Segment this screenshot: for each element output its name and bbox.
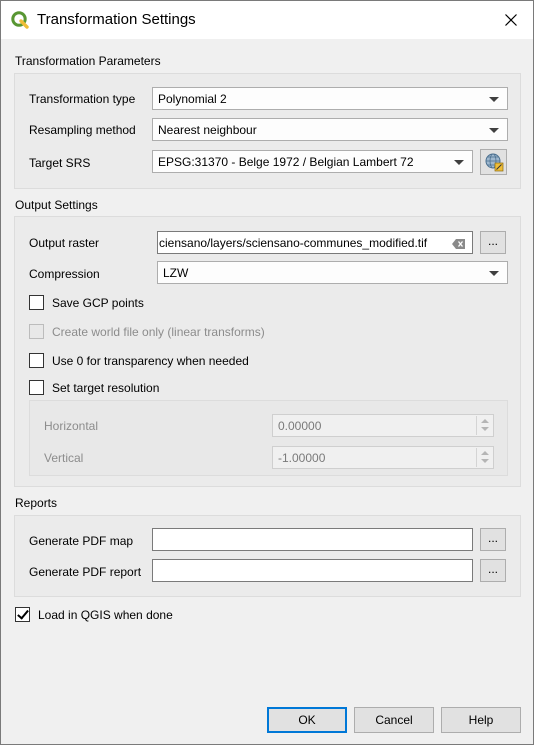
transformation-type-select[interactable]: Polynomial 2 (152, 87, 508, 110)
spin-arrows[interactable] (476, 416, 492, 435)
compression-value: LZW (163, 266, 189, 280)
vertical-label: Vertical (44, 451, 84, 465)
vertical-resolution-value: -1.00000 (278, 451, 326, 465)
target-resolution-checkbox[interactable] (29, 380, 44, 395)
clear-input-icon[interactable] (452, 238, 466, 249)
compression-select[interactable]: LZW (157, 261, 508, 284)
target-srs-label: Target SRS (29, 156, 91, 170)
chevron-up-icon (481, 419, 489, 423)
title-bar: Transformation Settings (1, 1, 533, 39)
projection-globe-icon (485, 153, 503, 172)
ok-button[interactable]: OK (267, 707, 347, 733)
transparency-checkbox[interactable] (29, 353, 44, 368)
horizontal-resolution-value: 0.00000 (278, 419, 322, 433)
transformation-settings-dialog: Transformation Settings Transformation P… (0, 0, 534, 745)
horizontal-resolution-input[interactable]: 0.00000 (272, 414, 494, 437)
qgis-logo-icon (11, 11, 29, 29)
help-button[interactable]: Help (441, 707, 521, 733)
save-gcp-label: Save GCP points (52, 296, 144, 310)
vertical-resolution-input[interactable]: -1.00000 (272, 446, 494, 469)
transformation-type-label: Transformation type (29, 92, 136, 106)
select-crs-button[interactable] (480, 149, 507, 175)
close-button[interactable] (489, 1, 533, 39)
pdf-report-browse-button[interactable]: ... (480, 559, 506, 582)
chevron-down-icon (481, 427, 489, 431)
output-raster-label: Output raster (29, 236, 100, 250)
pdf-report-input[interactable] (152, 559, 473, 582)
save-gcp-checkbox[interactable] (29, 295, 44, 310)
output-settings-group: Output raster ciensano/layers/sciensano-… (14, 216, 521, 487)
pdf-map-input[interactable] (152, 528, 473, 551)
reports-group: Generate PDF map ... Generate PDF report… (14, 515, 521, 597)
horizontal-label: Horizontal (44, 419, 99, 433)
transformation-parameters-title: Transformation Parameters (15, 54, 161, 68)
window-title: Transformation Settings (37, 11, 196, 28)
chevron-down-icon (489, 97, 499, 102)
load-in-qgis-label: Load in QGIS when done (38, 608, 173, 622)
transformation-parameters-group: Transformation type Polynomial 2 Resampl… (14, 73, 521, 189)
world-file-label: Create world file only (linear transform… (52, 325, 265, 339)
output-raster-browse-button[interactable]: ... (480, 231, 506, 254)
target-srs-select[interactable]: EPSG:31370 - Belge 1972 / Belgian Lamber… (152, 150, 473, 173)
pdf-map-browse-button[interactable]: ... (480, 528, 506, 551)
chevron-down-icon (489, 271, 499, 276)
resampling-method-label: Resampling method (29, 123, 136, 137)
target-resolution-label: Set target resolution (52, 381, 160, 395)
target-srs-value: EPSG:31370 - Belge 1972 / Belgian Lamber… (158, 155, 414, 169)
world-file-checkbox[interactable] (29, 324, 44, 339)
output-raster-input[interactable]: ciensano/layers/sciensano-communes_modif… (157, 231, 473, 254)
cancel-button[interactable]: Cancel (354, 707, 434, 733)
pdf-map-label: Generate PDF map (29, 534, 134, 548)
spin-arrows[interactable] (476, 448, 492, 467)
chevron-down-icon (489, 128, 499, 133)
transformation-type-value: Polynomial 2 (158, 92, 227, 106)
resampling-method-select[interactable]: Nearest neighbour (152, 118, 508, 141)
resampling-method-value: Nearest neighbour (158, 123, 257, 137)
chevron-up-icon (481, 451, 489, 455)
output-settings-title: Output Settings (15, 198, 98, 212)
compression-label: Compression (29, 267, 100, 281)
chevron-down-icon (481, 459, 489, 463)
chevron-down-icon (454, 160, 464, 165)
pdf-report-label: Generate PDF report (29, 565, 142, 579)
close-icon (505, 14, 517, 26)
load-in-qgis-checkbox[interactable] (15, 607, 30, 622)
reports-title: Reports (15, 496, 58, 510)
transparency-label: Use 0 for transparency when needed (52, 354, 249, 368)
resolution-group: Horizontal 0.00000 Vertical -1.00000 (29, 400, 508, 476)
output-raster-value: ciensano/layers/sciensano-communes_modif… (159, 236, 428, 250)
